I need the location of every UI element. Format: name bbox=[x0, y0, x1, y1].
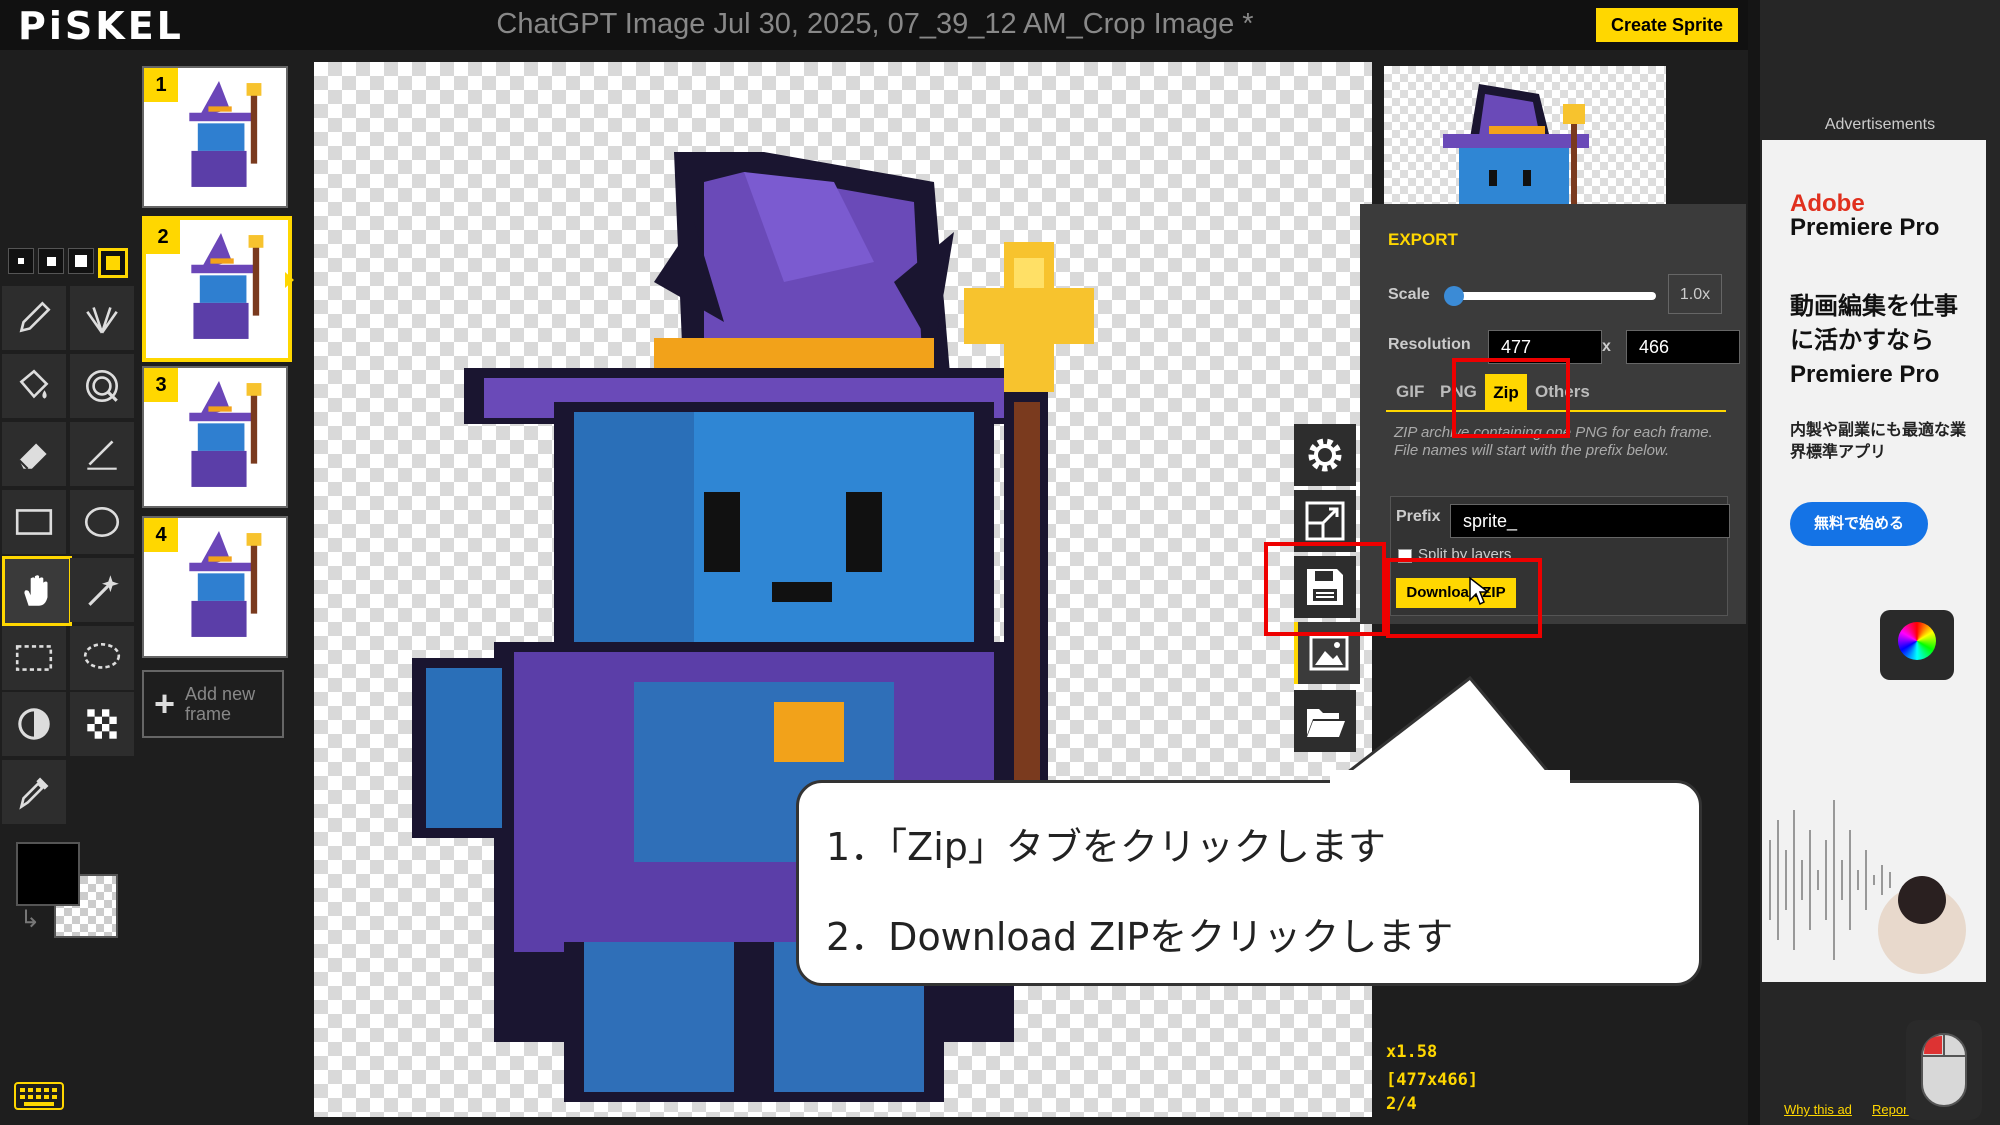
ad-subtext: 内製や副業にも最適な業界標準アプリ bbox=[1790, 422, 1967, 461]
frame-thumbnail-4[interactable]: 4 bbox=[142, 516, 288, 658]
lasso-icon bbox=[83, 643, 121, 669]
callout-step-2: 2．Download ZIPをクリックします bbox=[826, 915, 1454, 959]
stroke-tool[interactable] bbox=[70, 422, 134, 486]
ad-banner[interactable] bbox=[1762, 140, 1986, 982]
preview-sprite-image bbox=[1443, 84, 1589, 206]
document-title[interactable]: ChatGPT Image Jul 30, 2025, 07_39_12 AM_… bbox=[360, 8, 1390, 41]
resolution-height-input[interactable]: 466 bbox=[1626, 330, 1740, 364]
callout-join bbox=[1330, 770, 1570, 786]
frame-thumbnail-3[interactable]: 3 bbox=[142, 366, 288, 508]
pen-size-1[interactable] bbox=[8, 248, 34, 274]
resolution-times: x bbox=[1602, 338, 1611, 355]
scale-value: 1.0x bbox=[1668, 274, 1722, 314]
ad-cta-button[interactable]: 無料で始める bbox=[1790, 502, 1928, 546]
frame-number: 2 bbox=[146, 220, 180, 254]
rectangle-tool[interactable] bbox=[2, 490, 66, 554]
color-picker-tool[interactable] bbox=[2, 760, 66, 824]
checker-icon bbox=[87, 709, 117, 739]
app-logo[interactable]: PiSKEL bbox=[18, 4, 184, 48]
frame-number: 3 bbox=[144, 368, 178, 402]
paint-same-color-tool[interactable] bbox=[70, 354, 134, 418]
rectangle-icon bbox=[15, 509, 53, 535]
zoom-level: x1.58 bbox=[1386, 1042, 1438, 1062]
eraser-tool[interactable] bbox=[2, 422, 66, 486]
tab-gif[interactable]: GIF bbox=[1396, 382, 1424, 402]
add-frame-button[interactable]: + Add new frame bbox=[142, 670, 284, 738]
shape-select-tool[interactable] bbox=[70, 558, 134, 622]
keyboard-shortcuts-icon[interactable] bbox=[14, 1082, 64, 1110]
pen-size-2[interactable] bbox=[38, 248, 64, 274]
ad-waveform-graphic bbox=[1769, 800, 1966, 974]
eraser-icon bbox=[18, 443, 47, 470]
pen-size-4[interactable] bbox=[98, 248, 128, 278]
dithering-tool[interactable] bbox=[70, 692, 134, 756]
swap-colors-icon[interactable]: ↳ bbox=[20, 905, 40, 934]
paint-bucket-tool[interactable] bbox=[2, 354, 66, 418]
animation-preview[interactable] bbox=[1384, 66, 1666, 206]
lasso-select-tool[interactable] bbox=[70, 626, 134, 690]
bucket-icon bbox=[19, 369, 49, 399]
active-frame-indicator bbox=[285, 272, 294, 288]
circle-tool[interactable] bbox=[70, 490, 134, 554]
scale-slider[interactable] bbox=[1452, 292, 1656, 300]
rectangle-select-tool[interactable] bbox=[2, 626, 66, 690]
frame-number: 1 bbox=[144, 68, 178, 102]
spiral-icon bbox=[85, 369, 119, 403]
mirror-pen-icon bbox=[86, 307, 118, 334]
download-button-highlight bbox=[1386, 558, 1542, 638]
save-button-highlight bbox=[1264, 542, 1386, 636]
vertical-mirror-tool[interactable] bbox=[70, 286, 134, 350]
why-this-ad-link[interactable]: Why this ad bbox=[1784, 1102, 1852, 1117]
line-icon bbox=[87, 440, 117, 470]
lighten-icon bbox=[18, 708, 50, 740]
prefix-label: Prefix bbox=[1396, 508, 1441, 525]
circle-icon bbox=[84, 507, 120, 537]
plus-icon: + bbox=[154, 683, 176, 724]
primary-color-swatch[interactable] bbox=[16, 842, 80, 906]
eyedropper-icon bbox=[19, 777, 49, 810]
prefix-input[interactable]: sprite_ bbox=[1450, 504, 1730, 538]
ad-color-wheel-card bbox=[1880, 610, 1954, 680]
zip-tab-highlight bbox=[1452, 358, 1570, 438]
pen-size-3[interactable] bbox=[68, 248, 94, 274]
frame-sprite-image bbox=[189, 80, 262, 187]
hand-icon bbox=[24, 575, 48, 606]
create-sprite-button[interactable]: Create Sprite bbox=[1596, 8, 1738, 42]
ad-header: Advertisements bbox=[1824, 116, 1936, 133]
scale-slider-handle[interactable] bbox=[1444, 286, 1464, 306]
ad-product: Premiere Pro bbox=[1790, 214, 1940, 241]
magic-wand-icon bbox=[88, 575, 119, 606]
frame-number: 4 bbox=[144, 518, 178, 552]
add-frame-label: Add new frame bbox=[185, 684, 256, 724]
mouse-click-indicator-icon bbox=[1906, 1020, 1982, 1120]
frame-thumbnail-2[interactable]: 2 bbox=[142, 216, 292, 362]
export-image-icon bbox=[1309, 635, 1349, 671]
pencil-icon bbox=[19, 301, 51, 333]
callout-step-1: 1．「Zip」タブをクリックします bbox=[826, 825, 1386, 869]
frame-sprite-image bbox=[189, 380, 262, 487]
frame-counter: 2/4 bbox=[1386, 1094, 1417, 1114]
settings-gear-icon bbox=[1308, 438, 1342, 472]
frame-sprite-image bbox=[189, 530, 262, 637]
rectangle-select-icon bbox=[15, 645, 53, 671]
ad-divider bbox=[1748, 0, 1760, 1125]
sprite-size: [477x466] bbox=[1386, 1070, 1479, 1090]
ad-headline: 動画編集を仕事に活かすならPremiere Pro bbox=[1790, 293, 1958, 388]
pen-tool[interactable] bbox=[2, 286, 66, 350]
lighten-tool[interactable] bbox=[2, 692, 66, 756]
export-title: EXPORT bbox=[1388, 230, 1458, 249]
settings-button[interactable] bbox=[1294, 424, 1356, 486]
move-tool[interactable] bbox=[2, 556, 72, 626]
frame-sprite-image bbox=[191, 232, 264, 339]
resize-icon bbox=[1305, 501, 1345, 541]
resolution-label: Resolution bbox=[1388, 336, 1471, 353]
frame-thumbnail-1[interactable]: 1 bbox=[142, 66, 288, 208]
scale-label: Scale bbox=[1388, 286, 1430, 303]
